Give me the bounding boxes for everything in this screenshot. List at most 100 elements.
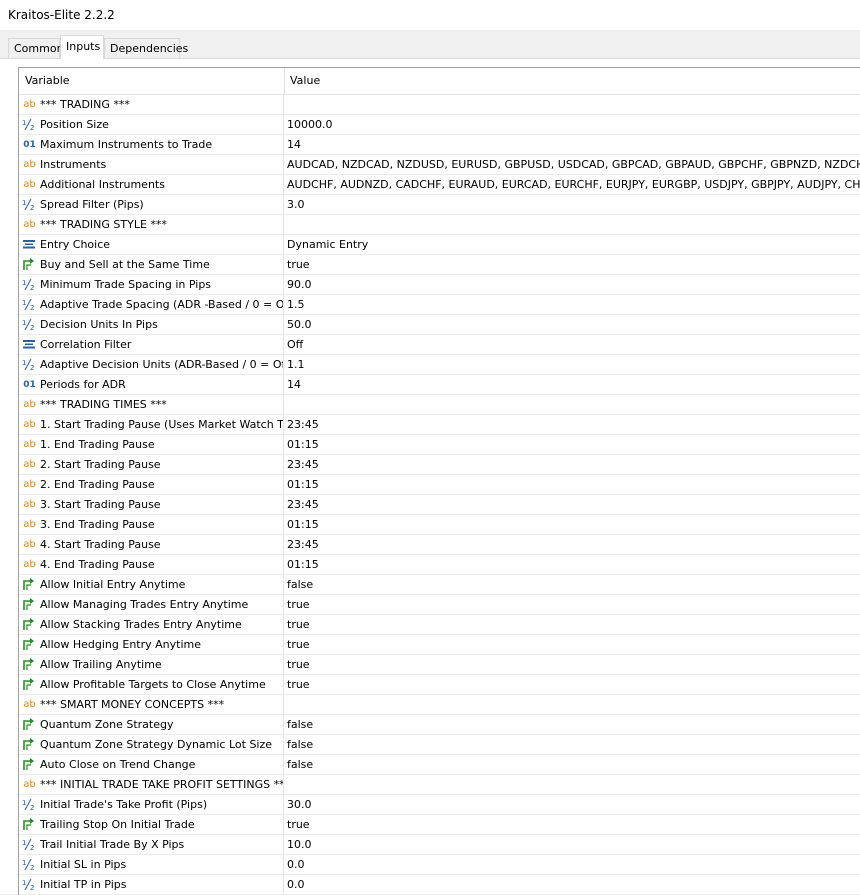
value-cell[interactable]: 01:15 (285, 555, 860, 574)
value-cell[interactable]: 01:15 (285, 475, 860, 494)
value-cell[interactable]: false (285, 575, 860, 594)
variable-cell: Allow Managing Trades Entry Anytime (19, 595, 284, 614)
variable-cell: ab 4. Start Trading Pause (19, 535, 284, 554)
param-row[interactable]: Allow Hedging Entry Anytime true (19, 635, 860, 655)
value-cell[interactable]: AUDCHF, AUDNZD, CADCHF, EURAUD, EURCAD, … (285, 175, 860, 194)
param-row[interactable]: ab 4. Start Trading Pause 23:45 (19, 535, 860, 555)
param-row[interactable]: 1 2 Position Size 10000.0 (19, 115, 860, 135)
param-row[interactable]: Allow Managing Trades Entry Anytime true (19, 595, 860, 615)
double-icon: 12 (22, 298, 37, 311)
param-row[interactable]: 1 2 Adaptive Trade Spacing (ADR -Based / 0… (19, 295, 860, 315)
param-row[interactable]: Trailing Stop On Initial Trade true (19, 815, 860, 835)
value-cell[interactable]: Dynamic Entry (285, 235, 860, 254)
value-cell[interactable]: 0.0 (285, 855, 860, 874)
variable-cell: ab 2. End Trading Pause (19, 475, 284, 494)
param-row[interactable]: ab *** TRADING STYLE *** (19, 215, 860, 235)
param-row[interactable]: 01 Maximum Instruments to Trade 14 (19, 135, 860, 155)
value-cell[interactable] (285, 395, 860, 414)
param-row[interactable]: ab *** TRADING *** (19, 95, 860, 115)
param-row[interactable]: ab *** SMART MONEY CONCEPTS *** (19, 695, 860, 715)
column-header-variable[interactable]: Variable (19, 68, 285, 94)
value-cell[interactable]: 10.0 (285, 835, 860, 854)
value-cell[interactable]: false (285, 755, 860, 774)
param-row[interactable]: 1 2 Minimum Trade Spacing in Pips 90.0 (19, 275, 860, 295)
param-row[interactable]: Correlation Filter Off (19, 335, 860, 355)
value-cell[interactable]: true (285, 815, 860, 834)
value-cell[interactable]: true (285, 615, 860, 634)
value-cell[interactable]: 14 (285, 375, 860, 394)
tab-dependencies[interactable]: Dependencies (104, 38, 188, 58)
value-cell[interactable]: 23:45 (285, 535, 860, 554)
param-row[interactable]: 1 2 Adaptive Decision Units (ADR-Based / 0… (19, 355, 860, 375)
value-cell[interactable]: false (285, 735, 860, 754)
value-cell[interactable] (285, 775, 860, 794)
value-cell[interactable]: true (285, 255, 860, 274)
param-row[interactable]: Buy and Sell at the Same Time true (19, 255, 860, 275)
variable-cell: Quantum Zone Strategy Dynamic Lot Size (19, 735, 284, 754)
param-row[interactable]: ab Additional Instruments AUDCHF, AUDNZD, … (19, 175, 860, 195)
int-icon: 01 (23, 380, 36, 390)
param-row[interactable]: ab Instruments AUDCAD, NZDCAD, NZDUSD, EUR… (19, 155, 860, 175)
param-row[interactable]: Allow Initial Entry Anytime false (19, 575, 860, 595)
param-row[interactable]: ab 4. End Trading Pause 01:15 (19, 555, 860, 575)
string-icon: ab (23, 459, 36, 470)
value-cell[interactable]: AUDCAD, NZDCAD, NZDUSD, EURUSD, GBPUSD, … (285, 155, 860, 174)
svg-text:2: 2 (30, 124, 34, 131)
param-row[interactable]: ab *** INITIAL TRADE TAKE PROFIT SETTINGS… (19, 775, 860, 795)
value-cell[interactable]: 3.0 (285, 195, 860, 214)
value-cell[interactable]: true (285, 635, 860, 654)
value-cell[interactable]: 14 (285, 135, 860, 154)
string-icon: ab (23, 559, 36, 570)
param-row[interactable]: ab 2. End Trading Pause 01:15 (19, 475, 860, 495)
param-row[interactable]: ab 1. Start Trading Pause (Uses Market Wa… (19, 415, 860, 435)
param-row[interactable]: ab 1. End Trading Pause 01:15 (19, 435, 860, 455)
param-row[interactable]: ab 3. Start Trading Pause 23:45 (19, 495, 860, 515)
param-row[interactable]: 1 2 Decision Units In Pips 50.0 (19, 315, 860, 335)
tab-inputs[interactable]: Inputs (60, 35, 104, 59)
tab-common[interactable]: Common (8, 38, 64, 58)
param-row[interactable]: ab 3. End Trading Pause 01:15 (19, 515, 860, 535)
value-cell[interactable]: 90.0 (285, 275, 860, 294)
value-cell[interactable]: 30.0 (285, 795, 860, 814)
value-cell[interactable] (285, 695, 860, 714)
value-cell[interactable]: 1.1 (285, 355, 860, 374)
value-cell[interactable]: 01:15 (285, 435, 860, 454)
variable-cell: 1 2 Initial Trade's Take Profit (Pips) (19, 795, 284, 814)
value-cell[interactable]: true (285, 595, 860, 614)
svg-text:1: 1 (22, 199, 26, 207)
bool-icon (22, 578, 37, 591)
param-row[interactable]: Quantum Zone Strategy Dynamic Lot Size fa… (19, 735, 860, 755)
variable-label: 1. End Trading Pause (40, 438, 155, 451)
param-row[interactable]: Allow Stacking Trades Entry Anytime true (19, 615, 860, 635)
value-cell[interactable]: 0.0 (285, 875, 860, 894)
value-cell[interactable]: 23:45 (285, 415, 860, 434)
value-cell[interactable]: 01:15 (285, 515, 860, 534)
param-row[interactable]: 1 2 Trail Initial Trade By X Pips 10.0 (19, 835, 860, 855)
value-cell[interactable]: true (285, 655, 860, 674)
param-row[interactable]: Entry Choice Dynamic Entry (19, 235, 860, 255)
value-cell[interactable]: false (285, 715, 860, 734)
column-header-value[interactable]: Value (284, 68, 860, 94)
value-cell[interactable]: 50.0 (285, 315, 860, 334)
value-cell[interactable] (285, 215, 860, 234)
value-cell[interactable]: 23:45 (285, 455, 860, 474)
value-cell[interactable]: 10000.0 (285, 115, 860, 134)
value-cell[interactable] (285, 95, 860, 114)
value-cell[interactable]: Off (285, 335, 860, 354)
param-row[interactable]: 01 Periods for ADR 14 (19, 375, 860, 395)
string-icon: ab (23, 479, 36, 490)
value-cell[interactable]: true (285, 675, 860, 694)
param-row[interactable]: Allow Trailing Anytime true (19, 655, 860, 675)
param-row[interactable]: Allow Profitable Targets to Close Anytim… (19, 675, 860, 695)
param-row[interactable]: Quantum Zone Strategy false (19, 715, 860, 735)
param-row[interactable]: 1 2 Initial Trade's Take Profit (Pips) 30.0 (19, 795, 860, 815)
value-cell[interactable]: 1.5 (285, 295, 860, 314)
param-row[interactable]: 1 2 Initial TP in Pips 0.0 (19, 875, 860, 895)
param-row[interactable]: 1 2 Spread Filter (Pips) 3.0 (19, 195, 860, 215)
param-row[interactable]: ab *** TRADING TIMES *** (19, 395, 860, 415)
param-row[interactable]: Auto Close on Trend Change false (19, 755, 860, 775)
value-cell[interactable]: 23:45 (285, 495, 860, 514)
string-icon: ab (23, 439, 36, 450)
param-row[interactable]: 1 2 Initial SL in Pips 0.0 (19, 855, 860, 875)
param-row[interactable]: ab 2. Start Trading Pause 23:45 (19, 455, 860, 475)
